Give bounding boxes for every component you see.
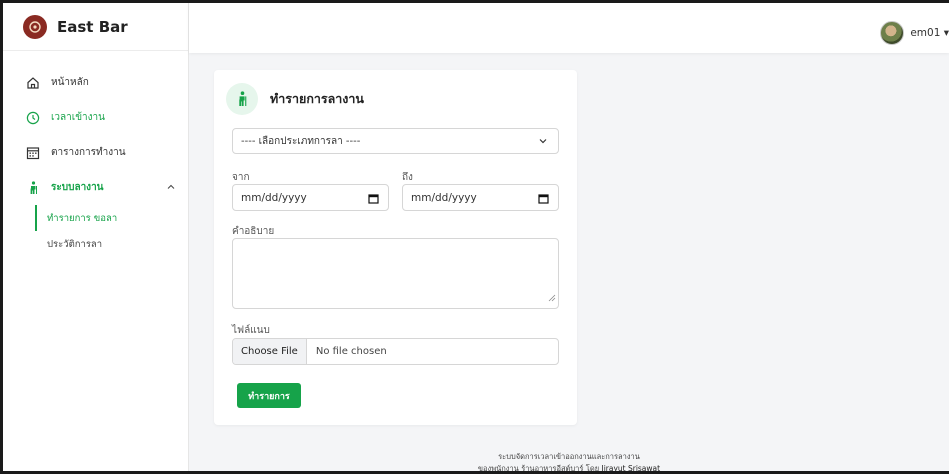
person-walking-icon	[226, 83, 258, 115]
sidebar-item-home[interactable]: หน้าหลัก	[3, 65, 188, 100]
card-title: ทำรายการลางาน	[270, 91, 364, 106]
sidebar-item-leave-system[interactable]: ระบบลางาน	[3, 170, 188, 205]
author-link[interactable]: Jirayut Srisawat	[601, 464, 660, 471]
calendar-icon[interactable]	[538, 193, 549, 207]
sidebar-item-label: ตารางการทำงาน	[51, 147, 126, 158]
file-status: No file chosen	[315, 346, 387, 357]
card-header: ทำรายการลางาน	[226, 83, 364, 115]
brand-title: East Bar	[57, 17, 128, 36]
description-label: คำอธิบาย	[232, 226, 275, 237]
from-label: จาก	[232, 172, 250, 183]
from-date-input[interactable]: mm/dd/yyyy	[232, 184, 389, 211]
sidebar-subitem-leave-history[interactable]: ประวัติการลา	[35, 231, 188, 257]
sidebar-item-label: ระบบลางาน	[51, 182, 104, 193]
leave-request-card: ทำรายการลางาน ---- เลือกประเภทการลา ----…	[214, 70, 577, 425]
clock-icon	[25, 110, 41, 126]
chevron-down-icon	[538, 136, 548, 149]
leave-type-select[interactable]: ---- เลือกประเภทการลา ----	[232, 128, 559, 154]
attachment-label: ไฟล์แนบ	[232, 325, 270, 336]
person-walking-icon	[25, 180, 41, 196]
to-date-input[interactable]: mm/dd/yyyy	[402, 184, 559, 211]
to-date-value: mm/dd/yyyy	[411, 191, 477, 204]
to-label: ถึง	[402, 172, 413, 183]
footer-line-2: ของพนักงาน ร้านอาหารอีสต์บาร์ โดย Jirayu…	[189, 463, 949, 473]
resize-grip-icon[interactable]	[548, 287, 556, 306]
footer-line-2-prefix: ของพนักงาน ร้านอาหารอีสต์บาร์ โดย	[477, 464, 602, 473]
calendar-icon	[25, 145, 41, 161]
footer: ระบบจัดการเวลาเข้าออกงานและการลางาน ของพ…	[189, 451, 949, 473]
calendar-icon[interactable]	[368, 193, 379, 207]
description-textarea[interactable]	[232, 238, 559, 309]
sidebar-subitem-new-leave[interactable]: ทำรายการ ขอลา	[35, 205, 188, 231]
footer-line-1: ระบบจัดการเวลาเข้าออกงานและการลางาน	[498, 452, 640, 461]
leave-type-value: ---- เลือกประเภทการลา ----	[241, 135, 361, 147]
brand[interactable]: East Bar	[3, 3, 188, 51]
sidebar-item-label: หน้าหลัก	[51, 77, 89, 88]
sidebar-nav: หน้าหลัก เวลาเข้างาน ตารางการทำงาน ระบบล…	[3, 51, 188, 257]
home-icon	[25, 75, 41, 91]
sidebar-item-schedule[interactable]: ตารางการทำงาน	[3, 135, 188, 170]
avatar	[880, 21, 905, 45]
sidebar-item-checkin[interactable]: เวลาเข้างาน	[3, 100, 188, 135]
sidebar-subnav: ทำรายการ ขอลา ประวัติการลา	[35, 205, 188, 257]
app-window: East Bar หน้าหลัก เวลาเข้างาน ตารางการทำ…	[0, 0, 949, 474]
submit-button[interactable]: ทำรายการ	[237, 383, 301, 408]
from-date-value: mm/dd/yyyy	[241, 191, 307, 204]
sidebar-item-label: เวลาเข้างาน	[51, 112, 105, 123]
attachment-file-input[interactable]: Choose File No file chosen	[232, 338, 559, 365]
sidebar: East Bar หน้าหลัก เวลาเข้างาน ตารางการทำ…	[3, 3, 189, 471]
choose-file-button[interactable]: Choose File	[233, 339, 307, 364]
brand-logo	[23, 14, 47, 39]
topbar: em01 ▾	[189, 3, 949, 53]
chevron-up-icon[interactable]	[166, 182, 176, 195]
user-menu[interactable]: em01 ▾	[880, 21, 949, 45]
username: em01 ▾	[910, 27, 949, 39]
